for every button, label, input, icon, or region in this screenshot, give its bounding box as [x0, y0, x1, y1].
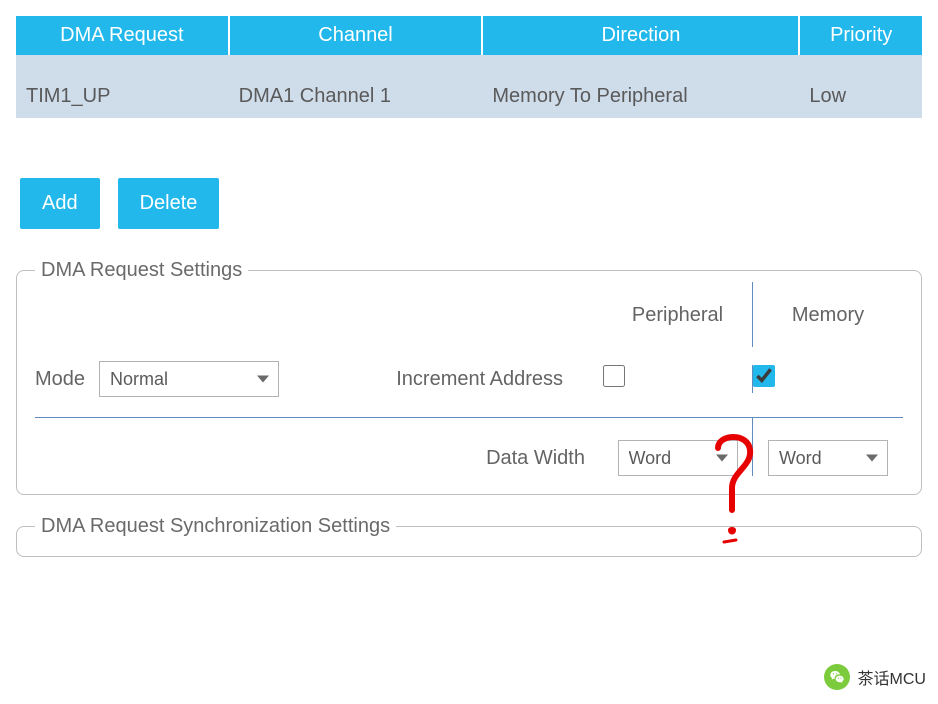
col-header-peripheral: Peripheral [603, 282, 753, 347]
cell-request: TIM1_UP [16, 75, 229, 118]
cell-channel: DMA1 Channel 1 [229, 75, 483, 118]
th-priority[interactable]: Priority [799, 16, 922, 55]
dma-table: DMA Request Channel Direction Priority T… [16, 16, 922, 118]
sync-legend: DMA Request Synchronization Settings [35, 515, 396, 538]
delete-button[interactable]: Delete [118, 178, 220, 229]
mode-label: Mode [35, 368, 85, 391]
data-width-label: Data Width [486, 447, 585, 470]
cell-direction: Memory To Peripheral [482, 75, 799, 118]
add-button[interactable]: Add [20, 178, 100, 229]
watermark-text: 茶话MCU [858, 665, 926, 689]
increment-memory-checkbox[interactable] [753, 365, 775, 387]
table-row[interactable]: TIM1_UP DMA1 Channel 1 Memory To Periphe… [16, 75, 922, 118]
mode-select[interactable]: Normal [99, 361, 279, 397]
th-dma-request[interactable]: DMA Request [16, 16, 229, 55]
cell-priority: Low [799, 75, 922, 118]
col-header-memory: Memory [753, 282, 903, 347]
dma-request-settings-group: DMA Request Settings Peripheral Memory M… [16, 259, 922, 495]
wechat-icon [824, 664, 850, 690]
settings-legend: DMA Request Settings [35, 259, 248, 282]
dma-sync-settings-group: DMA Request Synchronization Settings [16, 515, 922, 557]
th-channel[interactable]: Channel [229, 16, 483, 55]
watermark: 茶话MCU [824, 664, 926, 690]
increment-peripheral-checkbox[interactable] [603, 365, 625, 387]
increment-address-label: Increment Address [396, 368, 563, 391]
data-width-memory-select[interactable]: Word [768, 440, 888, 476]
data-width-peripheral-select[interactable]: Word [618, 440, 738, 476]
th-direction[interactable]: Direction [482, 16, 799, 55]
